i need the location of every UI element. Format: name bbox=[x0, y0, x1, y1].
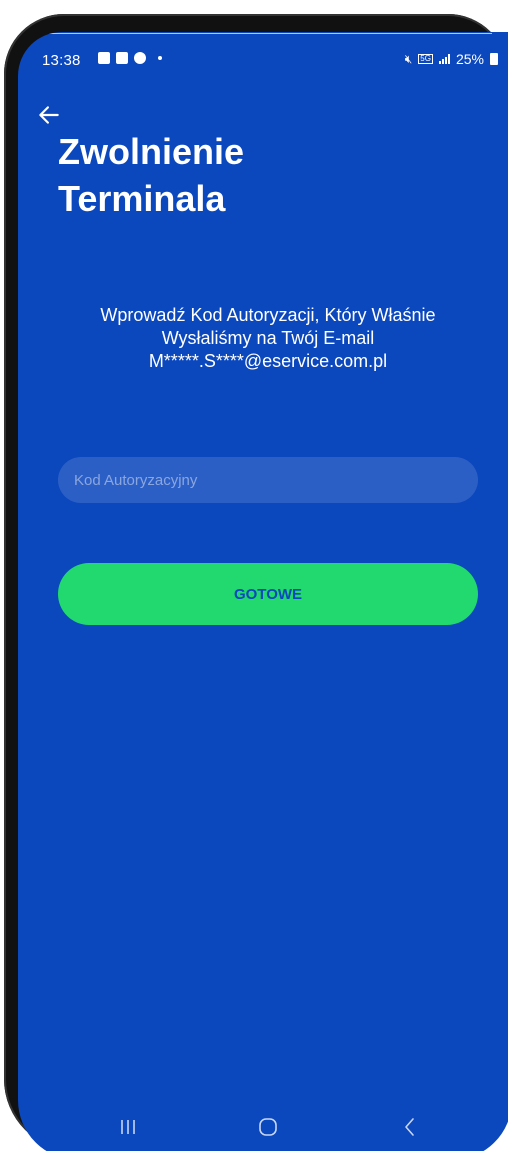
chevron-left-icon bbox=[405, 1118, 414, 1136]
page-title-line2: Terminala bbox=[58, 178, 226, 219]
masked-email: M*****.S****@eservice.com.pl bbox=[148, 351, 388, 371]
mute-icon: 🔇︎ bbox=[404, 51, 413, 66]
nav-back-button[interactable] bbox=[390, 1112, 430, 1142]
signal-icon bbox=[438, 54, 450, 64]
auth-code-input[interactable] bbox=[58, 457, 478, 503]
home-icon bbox=[259, 1118, 277, 1136]
football-notification-icon bbox=[134, 52, 146, 64]
battery-icon bbox=[490, 53, 498, 65]
done-button[interactable]: GOTOWE bbox=[58, 563, 478, 625]
nav-recent-apps-button[interactable] bbox=[108, 1112, 148, 1142]
notification-icons bbox=[98, 52, 162, 64]
status-bar: 13:38 🔇︎ 5G 25% bbox=[18, 32, 508, 72]
phone-frame: 13:38 🔇︎ 5G 25% Zwolnienie Terminala Wpr… bbox=[4, 14, 508, 1151]
battery-percent: 25% bbox=[455, 51, 484, 67]
gallery-notification-icon bbox=[98, 52, 110, 64]
back-button[interactable] bbox=[36, 102, 62, 128]
nav-home-button[interactable] bbox=[248, 1112, 288, 1142]
arrow-left-icon bbox=[39, 106, 59, 124]
app-screen: 13:38 🔇︎ 5G 25% Zwolnienie Terminala Wpr… bbox=[18, 32, 508, 1151]
page-title: Zwolnienie Terminala bbox=[58, 128, 438, 222]
instruction-text: Wprowadź Kod Autoryzacji, Który Właśnie … bbox=[58, 304, 478, 373]
more-notifications-icon bbox=[158, 56, 162, 60]
navigation-bar bbox=[18, 1100, 508, 1151]
instruction-line2: Wysłaliśmy na Twój E-mail bbox=[161, 328, 375, 348]
instruction-line1: Wprowadź Kod Autoryzacji, Który Właśnie bbox=[100, 305, 436, 325]
network-5g-icon: 5G bbox=[418, 54, 433, 64]
recent-apps-icon bbox=[121, 1120, 135, 1134]
checkbox-notification-icon bbox=[116, 52, 128, 64]
page-title-line1: Zwolnienie bbox=[58, 131, 245, 172]
system-icons: 🔇︎ 5G 25% bbox=[405, 51, 498, 67]
status-divider bbox=[38, 33, 492, 34]
status-time: 13:38 bbox=[42, 52, 81, 69]
